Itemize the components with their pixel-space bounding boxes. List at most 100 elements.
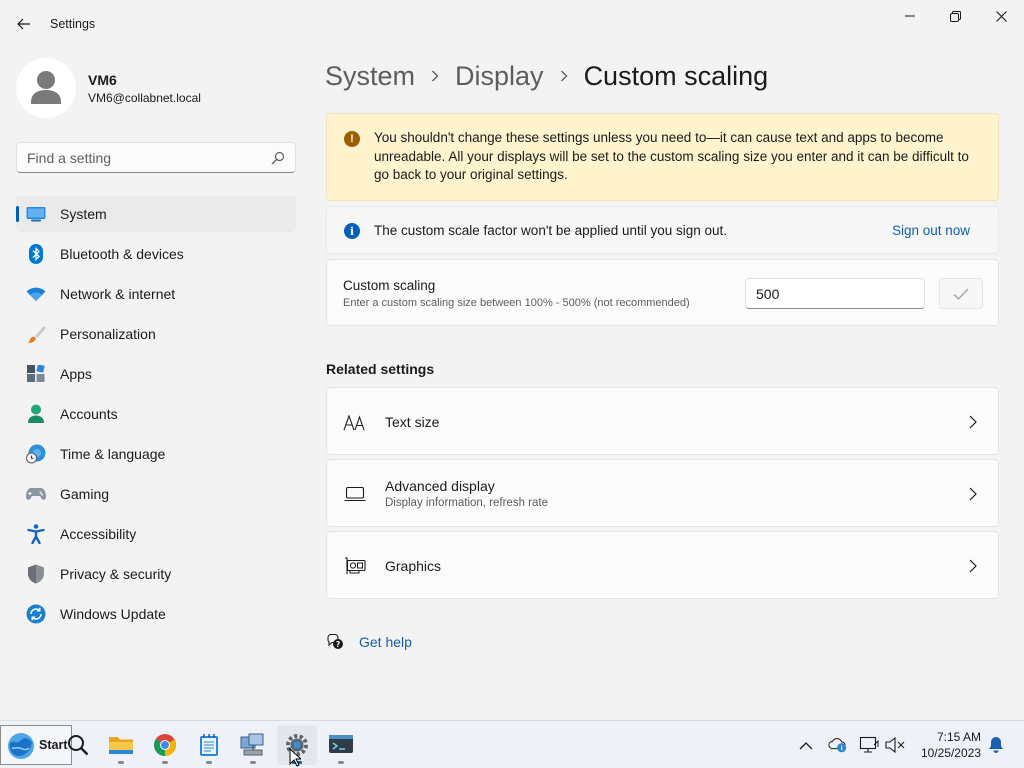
minimize-button[interactable] bbox=[887, 0, 933, 32]
search-input[interactable] bbox=[27, 149, 257, 167]
card-subtitle: Display information, refresh rate bbox=[385, 497, 548, 509]
advanced-display-card[interactable]: Advanced display Display information, re… bbox=[326, 459, 999, 527]
running-indicator bbox=[162, 761, 168, 764]
sidebar-item-label: Bluetooth & devices bbox=[60, 246, 184, 262]
text-size-icon bbox=[343, 412, 367, 432]
chrome-icon bbox=[154, 734, 176, 756]
taskbar-search-button[interactable] bbox=[58, 725, 98, 765]
running-indicator bbox=[250, 761, 256, 764]
breadcrumb-system[interactable]: System bbox=[325, 61, 415, 92]
card-title: Text size bbox=[385, 414, 440, 430]
user-avatar-icon bbox=[31, 71, 61, 104]
sidebar-item-label: System bbox=[60, 206, 107, 222]
graphics-card-icon bbox=[343, 556, 367, 576]
controller-icon bbox=[26, 484, 46, 504]
warning-banner: ! You shouldn't change these settings un… bbox=[326, 113, 999, 201]
shield-icon bbox=[26, 564, 46, 584]
sidebar-item-label: Accounts bbox=[60, 406, 118, 422]
sidebar-item-windows-update[interactable]: Windows Update bbox=[16, 596, 296, 632]
chevron-up-icon bbox=[799, 741, 813, 749]
chevron-right-icon bbox=[560, 70, 568, 82]
text-size-card[interactable]: Text size bbox=[326, 387, 999, 455]
restore-button[interactable] bbox=[932, 0, 978, 32]
sidebar-item-time-language[interactable]: Time & language bbox=[16, 436, 296, 472]
svg-text:?: ? bbox=[336, 640, 340, 649]
terminal-icon bbox=[329, 735, 353, 753]
start-logo-icon bbox=[8, 733, 34, 759]
back-button[interactable] bbox=[10, 12, 38, 36]
breadcrumb: System Display Custom scaling bbox=[325, 58, 768, 94]
sidebar-item-gaming[interactable]: Gaming bbox=[16, 476, 296, 512]
show-hidden-icons-button[interactable] bbox=[796, 735, 816, 755]
clock[interactable]: 7:15 AM 10/25/2023 bbox=[921, 729, 981, 761]
apply-button[interactable] bbox=[939, 278, 983, 309]
system-icon bbox=[26, 204, 46, 224]
network-status-button[interactable] bbox=[859, 735, 879, 755]
sidebar-item-bluetooth[interactable]: Bluetooth & devices bbox=[16, 236, 296, 272]
onedrive-status-button[interactable] bbox=[828, 735, 848, 755]
graphics-card[interactable]: Graphics bbox=[326, 531, 999, 599]
volume-button[interactable] bbox=[885, 735, 905, 755]
chevron-right-icon bbox=[969, 415, 977, 429]
title-bar: Settings bbox=[0, 0, 1024, 48]
sidebar-item-label: Windows Update bbox=[60, 606, 166, 622]
taskbar: Start 7:15 AM 10/25/2023 bbox=[0, 720, 1024, 768]
taskbar-chrome[interactable] bbox=[145, 725, 185, 765]
notepad-icon bbox=[200, 734, 218, 756]
accounts-icon bbox=[26, 404, 46, 424]
network-computer-icon bbox=[240, 733, 264, 756]
info-text: The custom scale factor won't be applied… bbox=[374, 223, 728, 238]
sidebar-item-personalization[interactable]: Personalization bbox=[16, 316, 296, 352]
sidebar-nav: System Bluetooth & devices Network & int… bbox=[16, 196, 296, 636]
sidebar-item-system[interactable]: System bbox=[16, 196, 296, 232]
related-settings-heading: Related settings bbox=[326, 361, 435, 377]
sidebar-item-apps[interactable]: Apps bbox=[16, 356, 296, 392]
card-title: Advanced display bbox=[385, 478, 495, 494]
page-title: Custom scaling bbox=[583, 60, 769, 91]
sidebar-item-network[interactable]: Network & internet bbox=[16, 276, 296, 312]
custom-scaling-description: Enter a custom scaling size between 100%… bbox=[343, 297, 690, 309]
app-title: Settings bbox=[50, 17, 96, 31]
mouse-cursor-icon bbox=[289, 748, 301, 767]
info-icon: i bbox=[344, 223, 360, 239]
search-box[interactable] bbox=[16, 142, 296, 173]
sidebar-item-accounts[interactable]: Accounts bbox=[16, 396, 296, 432]
sidebar-item-accessibility[interactable]: Accessibility bbox=[16, 516, 296, 552]
update-icon bbox=[26, 604, 46, 624]
file-explorer-icon bbox=[109, 737, 133, 754]
user-profile[interactable]: VM6 VM6@collabnet.local bbox=[16, 58, 296, 118]
monitor-icon bbox=[343, 484, 367, 504]
custom-scaling-title: Custom scaling bbox=[343, 278, 436, 293]
taskbar-network-app[interactable] bbox=[233, 725, 273, 765]
warning-text: You shouldn't change these settings unle… bbox=[374, 130, 969, 182]
taskbar-notepad[interactable] bbox=[189, 725, 229, 765]
bell-icon bbox=[989, 737, 1003, 753]
close-button[interactable] bbox=[978, 0, 1024, 32]
clock-date: 10/25/2023 bbox=[920, 746, 981, 760]
search-icon[interactable] bbox=[271, 151, 285, 165]
custom-scaling-input[interactable] bbox=[745, 278, 925, 309]
back-arrow-icon bbox=[17, 18, 30, 30]
info-banner: i The custom scale factor won't be appli… bbox=[326, 206, 999, 254]
running-indicator bbox=[118, 761, 124, 764]
running-indicator bbox=[206, 761, 212, 764]
accessibility-icon bbox=[26, 524, 46, 544]
card-title: Graphics bbox=[385, 558, 442, 574]
taskbar-terminal[interactable] bbox=[321, 725, 361, 765]
sign-out-now-link[interactable]: Sign out now bbox=[892, 223, 970, 238]
checkmark-icon bbox=[953, 288, 969, 300]
sidebar-item-privacy[interactable]: Privacy & security bbox=[16, 556, 296, 592]
sidebar-item-label: Privacy & security bbox=[60, 566, 172, 582]
running-indicator bbox=[338, 761, 344, 764]
sidebar-item-label: Time & language bbox=[60, 446, 166, 462]
clock-time: 7:15 AM bbox=[936, 730, 981, 744]
cloud-info-icon bbox=[828, 738, 847, 753]
chevron-right-icon bbox=[969, 487, 977, 501]
speaker-muted-icon bbox=[885, 737, 905, 753]
breadcrumb-display[interactable]: Display bbox=[455, 61, 544, 92]
notifications-button[interactable] bbox=[986, 735, 1006, 755]
user-name: VM6 bbox=[88, 72, 117, 88]
help-chat-icon: ? bbox=[327, 634, 343, 649]
taskbar-file-explorer[interactable] bbox=[101, 725, 141, 765]
get-help-label: Get help bbox=[359, 634, 412, 650]
